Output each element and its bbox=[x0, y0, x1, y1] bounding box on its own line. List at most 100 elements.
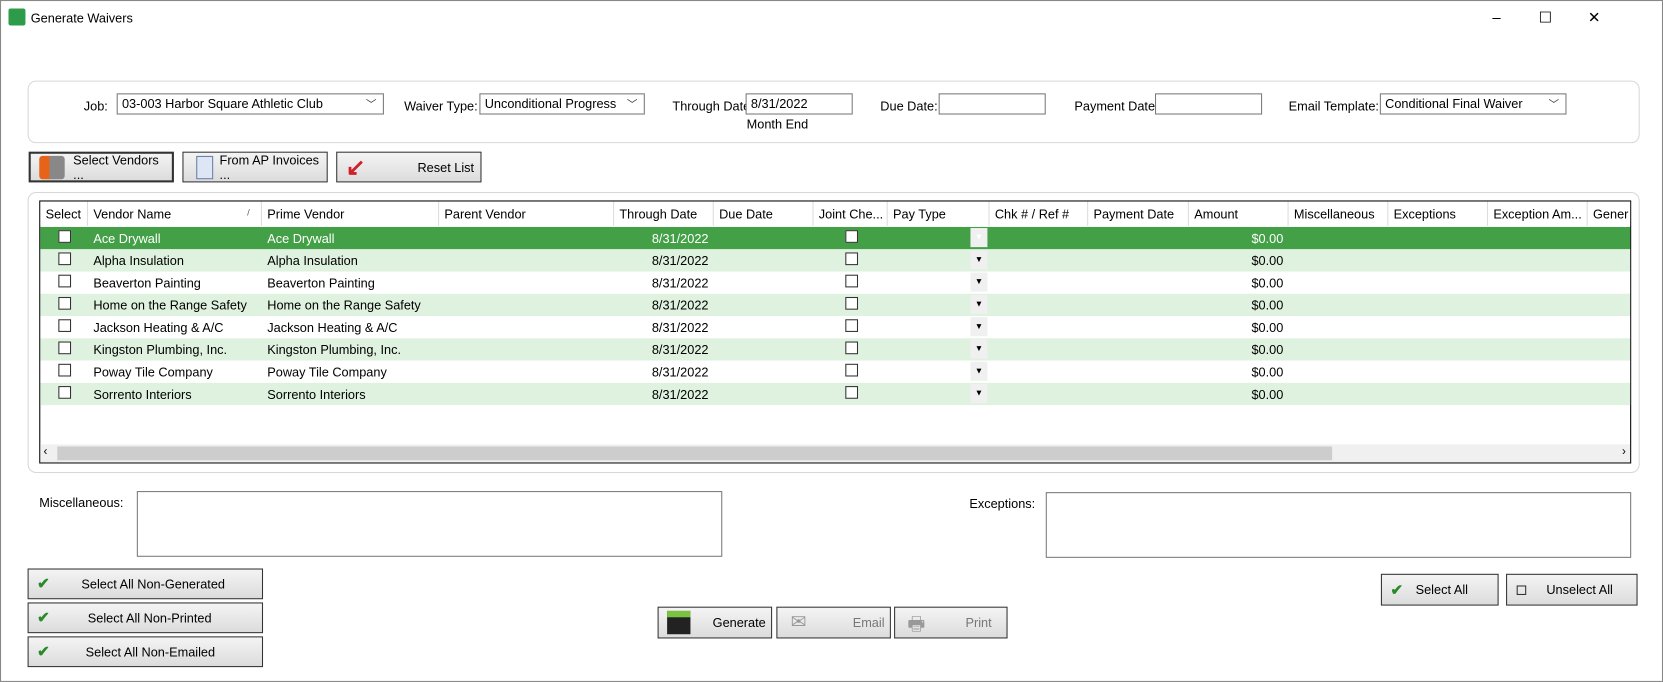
pay-type-dropdown[interactable]: ▼ bbox=[970, 250, 988, 270]
due-date-input[interactable] bbox=[938, 93, 1046, 115]
reset-list-label: Reset List bbox=[417, 159, 475, 175]
table-row[interactable]: Poway Tile Company Poway Tile Company 8/31… bbox=[40, 360, 1631, 383]
envelope-icon: ✉ bbox=[790, 610, 807, 633]
reset-list-button[interactable]: ↙ Reset List bbox=[336, 151, 482, 183]
joint-check-checkbox[interactable] bbox=[845, 386, 859, 399]
select-checkbox[interactable] bbox=[58, 386, 72, 399]
column-header[interactable]: Joint Che... bbox=[813, 201, 888, 226]
pay-type-dropdown[interactable]: ▼ bbox=[970, 294, 988, 314]
waiver-type-select[interactable]: Unconditional Progress ﹀ bbox=[479, 93, 645, 115]
parent-vendor-cell bbox=[439, 294, 614, 316]
pay-type-dropdown[interactable]: ▼ bbox=[970, 361, 988, 381]
close-button[interactable]: ✕ bbox=[1570, 3, 1619, 31]
pay-type-dropdown[interactable]: ▼ bbox=[970, 272, 988, 292]
select-checkbox[interactable] bbox=[58, 252, 72, 266]
select-all-non-printed-button[interactable]: ✔ Select All Non-Printed bbox=[27, 602, 264, 634]
job-select[interactable]: 03-003 Harbor Square Athletic Club ﹀ bbox=[116, 93, 384, 115]
pay-type-dropdown[interactable]: ▼ bbox=[970, 383, 988, 404]
payment-date-input[interactable] bbox=[1154, 93, 1263, 115]
job-label: Job: bbox=[83, 98, 108, 114]
prime-vendor-cell: Alpha Insulation bbox=[267, 253, 358, 269]
miscellaneous-textarea[interactable] bbox=[136, 491, 723, 557]
select-all-non-emailed-button[interactable]: ✔ Select All Non-Emailed bbox=[27, 636, 264, 668]
table-row[interactable]: Kingston Plumbing, Inc. Kingston Plumbing… bbox=[40, 338, 1631, 361]
chevron-down-icon: ﹀ bbox=[1548, 99, 1560, 112]
amount-cell: $0.00 bbox=[1251, 253, 1284, 269]
column-header[interactable]: Gener bbox=[1588, 202, 1630, 226]
scrollbar-thumb[interactable] bbox=[57, 446, 1333, 461]
select-checkbox[interactable] bbox=[58, 230, 72, 243]
select-all-label: Select All bbox=[1415, 582, 1468, 598]
select-checkbox[interactable] bbox=[58, 363, 72, 377]
select-all-non-printed-label: Select All Non-Printed bbox=[87, 610, 212, 626]
select-checkbox[interactable] bbox=[58, 296, 72, 310]
table-row[interactable]: Sorrento Interiors Sorrento Interiors 8/31… bbox=[40, 382, 1631, 406]
payment-date-label: Payment Date: bbox=[1074, 98, 1159, 114]
column-header[interactable]: Exception Am... bbox=[1488, 201, 1588, 226]
column-header[interactable]: Miscellaneous bbox=[1289, 201, 1389, 226]
email-button[interactable]: ✉ Email bbox=[776, 606, 891, 639]
checkmark-icon: ✔ bbox=[37, 642, 50, 660]
waiver-type-value: Unconditional Progress bbox=[484, 96, 617, 112]
joint-check-checkbox[interactable] bbox=[845, 363, 859, 377]
due-date-label: Due Date: bbox=[880, 98, 938, 114]
vendors-grid: Select Vendor Name / Prime Vendor Parent Ven… bbox=[39, 200, 1632, 464]
select-checkbox[interactable] bbox=[58, 319, 72, 332]
vendor-name-cell: Home on the Range Safety bbox=[93, 298, 247, 313]
select-vendors-button[interactable]: Select Vendors ... bbox=[28, 151, 174, 183]
column-header[interactable]: Parent Vendor bbox=[439, 201, 615, 226]
vendor-name-cell: Poway Tile Company bbox=[93, 364, 213, 380]
joint-check-checkbox[interactable] bbox=[845, 230, 859, 243]
email-label: Email bbox=[852, 615, 885, 630]
chevron-down-icon: ﹀ bbox=[365, 99, 377, 112]
window-title: Generate Waivers bbox=[30, 10, 133, 26]
joint-check-checkbox[interactable] bbox=[845, 341, 859, 355]
pay-type-dropdown[interactable]: ▼ bbox=[970, 317, 988, 337]
select-all-button[interactable]: ✔ Select All bbox=[1380, 573, 1499, 606]
table-row[interactable]: Alpha Insulation Alpha Insulation 8/31/202… bbox=[40, 249, 1631, 272]
email-template-select[interactable]: Conditional Final Waiver ﹀ bbox=[1379, 93, 1567, 115]
column-header[interactable]: Select bbox=[40, 201, 89, 226]
minimize-button[interactable]: – bbox=[1472, 3, 1521, 31]
job-value: 03-003 Harbor Square Athletic Club bbox=[121, 96, 323, 112]
through-date-cell: 8/31/2022 bbox=[651, 364, 709, 380]
unselect-all-button[interactable]: Unselect All bbox=[1506, 573, 1638, 606]
column-header[interactable]: Vendor Name bbox=[88, 201, 262, 226]
select-checkbox[interactable] bbox=[58, 341, 72, 355]
select-checkbox[interactable] bbox=[58, 274, 72, 288]
through-date-input[interactable]: 8/31/2022 bbox=[745, 93, 853, 115]
horizontal-scrollbar[interactable]: ‹ › bbox=[40, 444, 1631, 463]
sort-indicator-icon: / bbox=[247, 206, 250, 218]
column-header[interactable]: Due Date bbox=[714, 201, 814, 226]
exceptions-textarea[interactable] bbox=[1045, 492, 1632, 558]
pay-type-dropdown[interactable]: ▼ bbox=[970, 228, 988, 248]
generate-label: Generate bbox=[712, 615, 766, 630]
pay-type-dropdown[interactable]: ▼ bbox=[970, 339, 988, 359]
column-header[interactable]: Prime Vendor bbox=[262, 201, 440, 226]
column-header[interactable]: Through Date bbox=[614, 201, 714, 226]
column-header[interactable]: Payment Date bbox=[1088, 201, 1189, 226]
from-ap-invoices-button[interactable]: From AP Invoices ... bbox=[182, 151, 328, 183]
column-header[interactable]: Amount bbox=[1189, 201, 1289, 226]
scroll-right-icon[interactable]: › bbox=[1622, 445, 1626, 458]
through-date-cell: 8/31/2022 bbox=[651, 298, 709, 313]
joint-check-checkbox[interactable] bbox=[845, 252, 859, 266]
table-row[interactable]: Home on the Range Safety Home on the Rang… bbox=[40, 293, 1631, 317]
maximize-button[interactable]: ☐ bbox=[1521, 3, 1570, 31]
select-all-non-generated-button[interactable]: ✔ Select All Non-Generated bbox=[27, 568, 264, 600]
through-date-cell: 8/31/2022 bbox=[651, 387, 709, 402]
print-button[interactable]: 🖶 Print bbox=[894, 606, 1008, 639]
joint-check-checkbox[interactable] bbox=[845, 274, 859, 288]
table-row[interactable]: Beaverton Painting Beaverton Painting 8/31… bbox=[40, 271, 1631, 294]
joint-check-checkbox[interactable] bbox=[845, 319, 859, 332]
email-template-label: Email Template: bbox=[1288, 98, 1379, 114]
column-header[interactable]: Exceptions bbox=[1388, 201, 1489, 226]
column-header[interactable]: Pay Type bbox=[888, 201, 990, 226]
parent-vendor-cell bbox=[439, 316, 614, 338]
generate-button[interactable]: Generate bbox=[657, 606, 773, 639]
joint-check-checkbox[interactable] bbox=[845, 296, 859, 310]
table-row[interactable]: Jackson Heating & A/C Jackson Heating & A… bbox=[40, 316, 1631, 339]
table-row[interactable]: Ace Drywall Ace Drywall 8/31/2022 ▼ $0.00 bbox=[40, 226, 1631, 250]
column-header[interactable]: Chk # / Ref # bbox=[990, 201, 1089, 226]
scroll-left-icon[interactable]: ‹ bbox=[43, 445, 47, 458]
